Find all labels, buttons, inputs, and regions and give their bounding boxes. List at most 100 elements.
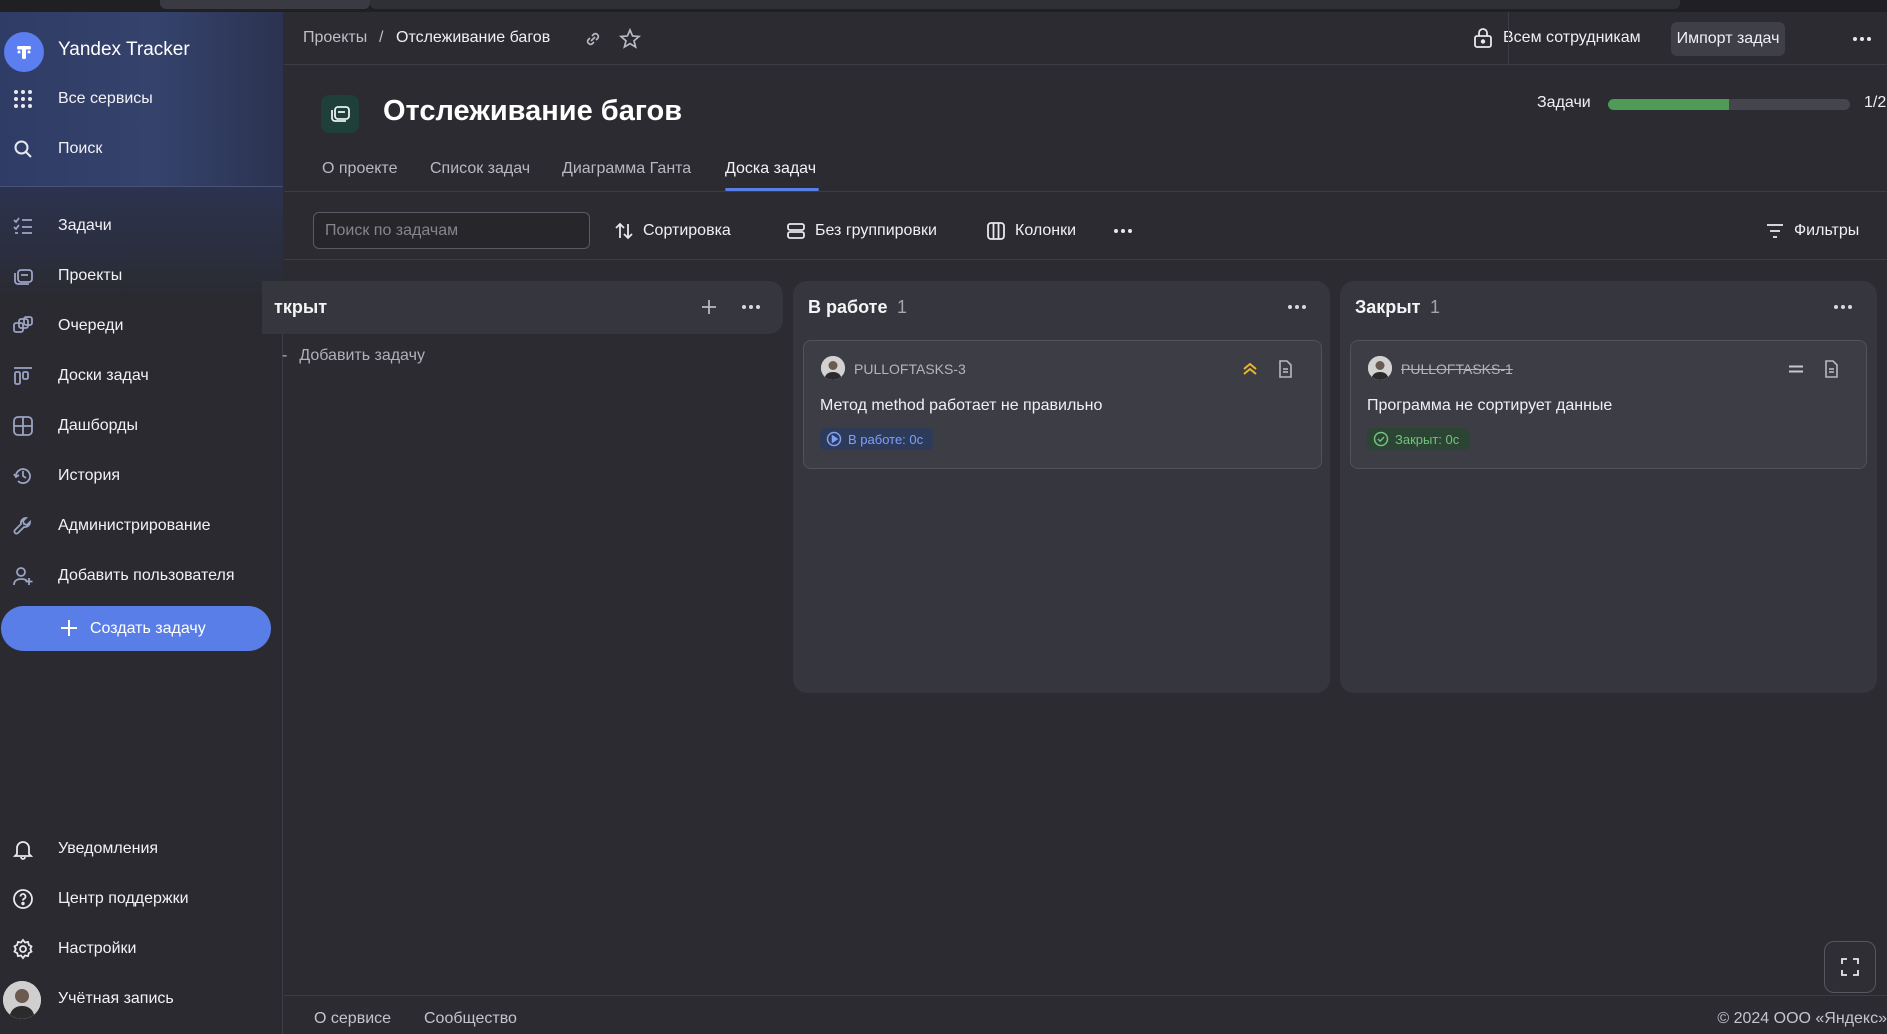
app-brand[interactable]: Yandex Tracker [58,39,190,61]
tab-task-list[interactable]: Список задач [430,160,530,178]
plus-icon: - [282,347,288,364]
more-icon [1114,229,1132,233]
task-summary[interactable]: Программа не сортирует данные [1367,397,1612,415]
sidebar-item-label: Уведомления [58,840,159,857]
sidebar: Yandex Tracker Все сервисы Поиск Задачи … [0,12,283,1034]
sidebar-item-search[interactable]: Поиск [0,127,283,171]
sidebar-item-label: Учётная запись [58,990,174,1007]
filters-button[interactable]: Фильтры [1765,218,1859,244]
gear-icon [12,938,34,960]
board-column-in-progress: В работе 1 PULLOFTASKS-3 Метод method ра… [793,281,1330,693]
plus-icon [58,617,80,644]
sidebar-item-label: Задачи [58,217,112,234]
sidebar-item-history[interactable]: История [0,454,283,498]
sort-button[interactable]: Сортировка [614,218,731,244]
sidebar-item-label: История [58,467,121,484]
tasks-icon [12,215,34,237]
task-key[interactable]: PULLOFTASKS-3 [854,361,966,377]
more-icon[interactable] [1851,28,1873,50]
task-card[interactable]: PULLOFTASKS-1 Программа не сортирует дан… [1350,340,1867,469]
breadcrumb-projects[interactable]: Проекты [303,29,367,47]
play-circle-icon [826,431,842,447]
breadcrumb-current: Отслеживание багов [396,29,551,46]
add-task-plus-icon[interactable] [697,295,721,319]
browser-address-remnant [370,0,1680,9]
link-icon[interactable] [582,28,604,50]
column-more-icon[interactable] [1831,295,1855,319]
column-title: В работе [808,297,888,317]
sidebar-item-all-services[interactable]: Все сервисы [0,77,283,121]
column-count: 1 [897,297,908,317]
sidebar-item-queues[interactable]: Очереди [0,304,283,348]
add-task-link[interactable]: - Добавить задачу [282,347,425,365]
sidebar-item-label: Добавить пользователя [58,567,235,584]
footer-divider [284,995,1887,996]
status-text: Закрыт: 0с [1395,431,1460,447]
column-more-icon[interactable] [739,295,763,319]
task-key[interactable]: PULLOFTASKS-1 [1401,361,1513,377]
tab-about[interactable]: О проекте [322,160,397,178]
sidebar-item-label: Проекты [58,267,123,284]
sort-icon [615,222,633,240]
import-tasks-button[interactable]: Импорт задач [1671,22,1785,56]
sidebar-item-admin[interactable]: Администрирование [0,504,283,548]
access-button[interactable]: Всем сотрудникам [1503,29,1641,47]
wrench-icon [12,515,34,537]
columns-icon [987,222,1005,240]
tracker-logo-icon[interactable] [4,32,44,72]
star-icon[interactable] [618,27,642,50]
columns-button[interactable]: Колонки [986,218,1076,244]
sidebar-item-dashboards[interactable]: Дашборды [0,404,283,448]
sidebar-item-label: Администрирование [58,517,211,534]
sidebar-item-boards[interactable]: Доски задач [0,354,283,398]
header-separator [1508,12,1509,65]
fullscreen-button[interactable] [1824,941,1876,993]
sidebar-divider [0,186,283,187]
queues-icon [12,315,34,337]
column-more-icon[interactable] [1285,295,1309,319]
document-icon[interactable] [1275,359,1295,379]
sidebar-item-label: Настройки [58,940,137,957]
column-title: Закрыт [1355,297,1421,317]
sidebar-item-label: Очереди [58,317,124,334]
task-card[interactable]: PULLOFTASKS-3 Метод method работает не п… [803,340,1322,469]
toolbar-more-button[interactable] [1112,218,1143,244]
sidebar-item-notifications[interactable]: Уведомления [0,827,283,871]
document-icon[interactable] [1821,359,1841,379]
sidebar-item-support[interactable]: Центр поддержки [0,877,283,921]
grouping-button[interactable]: Без группировки [786,218,937,244]
tab-board[interactable]: Доска задач [725,160,816,178]
top-header: Проекты / Отслеживание багов Всем сотруд… [284,12,1887,65]
assignee-avatar [1368,356,1392,380]
footer-about-link[interactable]: О сервисе [314,1010,391,1028]
board-column-open: ткрыт [262,281,783,334]
add-task-label: Добавить задачу [299,347,425,364]
footer-community-link[interactable]: Сообщество [424,1010,517,1028]
lock-icon [1473,27,1495,49]
task-summary[interactable]: Метод method работает не правильно [820,397,1102,415]
tabs-divider [284,191,1887,192]
sidebar-item-settings[interactable]: Настройки [0,927,283,971]
history-icon [12,465,34,487]
status-badge: Закрыт: 0с [1367,428,1470,450]
column-title: ткрыт [274,297,328,317]
search-tasks-input[interactable] [313,212,590,249]
priority-high-icon [1240,359,1260,379]
columns-label: Колонки [1015,222,1077,239]
tab-gantt[interactable]: Диаграмма Ганта [562,160,691,178]
tasks-progress-bar [1608,99,1850,110]
footer-copyright: © 2024 ООО «Яндекс» [1717,1010,1887,1027]
sort-label: Сортировка [643,222,731,239]
sidebar-item-account[interactable]: Учётная запись [0,977,283,1021]
create-task-label: Создать задачу [90,619,206,637]
create-task-button[interactable]: Создать задачу [1,606,271,651]
avatar[interactable] [3,981,41,1019]
help-icon [12,888,34,910]
sidebar-item-add-user[interactable]: Добавить пользователя [0,554,283,598]
grouping-icon [787,223,805,239]
filter-icon [1767,224,1783,238]
status-text: В работе: 0с [848,431,924,447]
sidebar-item-label: Все сервисы [58,90,153,107]
sidebar-item-tasks[interactable]: Задачи [0,204,283,248]
sidebar-item-projects[interactable]: Проекты [0,254,283,298]
